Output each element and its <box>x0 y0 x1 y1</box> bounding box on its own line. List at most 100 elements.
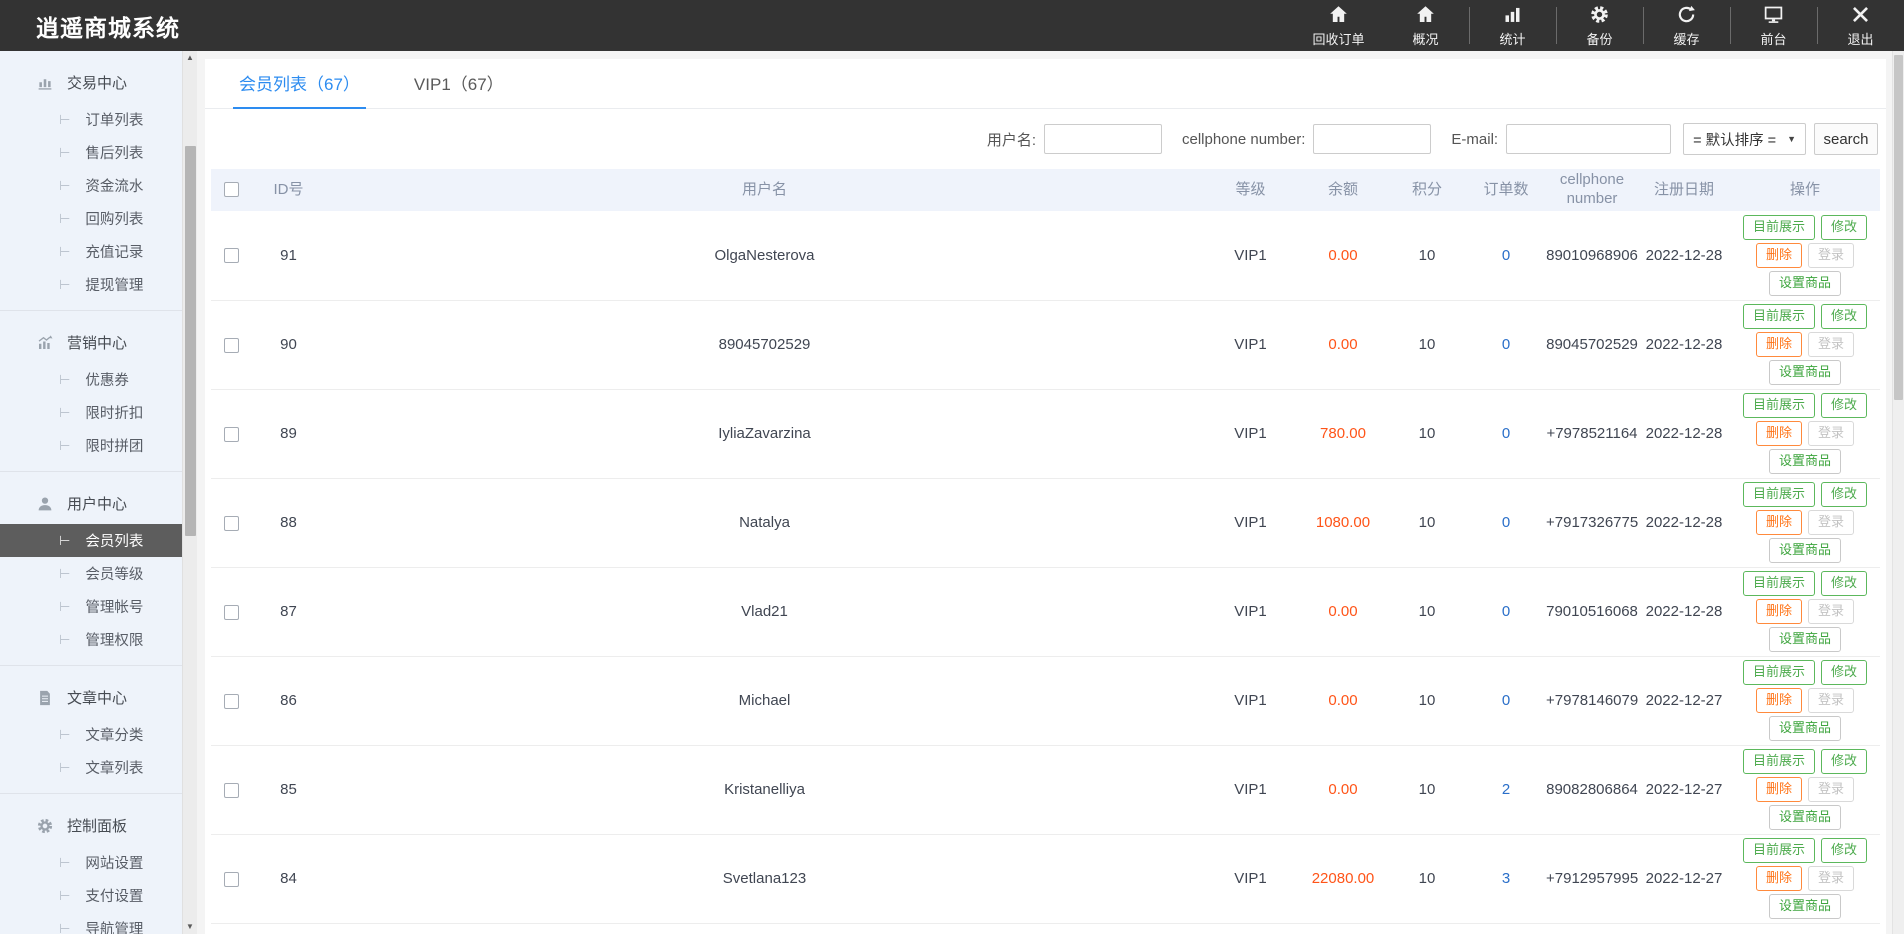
orders-count-link[interactable]: 2 <box>1502 781 1510 798</box>
edit-button[interactable]: 修改 <box>1821 660 1868 686</box>
delete-button[interactable]: 删除 <box>1755 332 1802 357</box>
sidebar-item-user-center-3[interactable]: ⊢ 管理权限 <box>0 623 182 656</box>
sidebar-scrollbar-thumb[interactable] <box>185 146 196 536</box>
delete-button[interactable]: 删除 <box>1755 866 1802 891</box>
show-button[interactable]: 目前展示 <box>1742 482 1815 508</box>
edit-button[interactable]: 修改 <box>1821 482 1868 508</box>
delete-button[interactable]: 删除 <box>1755 599 1802 624</box>
login-button[interactable]: 登录 <box>1808 332 1855 357</box>
orders-count-link[interactable]: 0 <box>1502 603 1510 620</box>
topbar-item-logout[interactable]: 退出 <box>1817 0 1904 51</box>
scroll-up-arrow[interactable]: ▲ <box>183 52 197 64</box>
sidebar-item-article-center-1[interactable]: ⊢ 文章列表 <box>0 751 182 784</box>
sidebar-item-user-center-0[interactable]: ⊢ 会员列表 <box>0 524 182 557</box>
edit-button[interactable]: 修改 <box>1821 838 1868 864</box>
cellphone-input[interactable] <box>1313 124 1432 154</box>
username-input[interactable] <box>1043 124 1162 154</box>
delete-button[interactable]: 删除 <box>1755 688 1802 713</box>
sidebar-item-article-center-0[interactable]: ⊢ 文章分类 <box>0 718 182 751</box>
edit-button[interactable]: 修改 <box>1821 393 1868 419</box>
sidebar-item-control-panel-1[interactable]: ⊢ 支付设置 <box>0 879 182 912</box>
sidebar-group-marketing-center[interactable]: 营销中心 <box>0 324 182 363</box>
sidebar-item-user-center-1[interactable]: ⊢ 会员等级 <box>0 557 182 590</box>
sidebar-group-user-center[interactable]: 用户中心 <box>0 485 182 524</box>
topbar-item-recycle-orders[interactable]: 回收订单 <box>1295 0 1382 51</box>
sidebar-item-trade-center-5[interactable]: ⊢ 提现管理 <box>0 268 182 301</box>
orders-count-link[interactable]: 0 <box>1502 425 1510 442</box>
login-button[interactable]: 登录 <box>1808 777 1855 802</box>
delete-button[interactable]: 删除 <box>1755 421 1802 446</box>
sidebar-item-trade-center-1[interactable]: ⊢ 售后列表 <box>0 136 182 169</box>
set-goods-button[interactable]: 设置商品 <box>1768 270 1841 296</box>
tab-member-list[interactable]: 会员列表（67） <box>233 70 366 109</box>
sidebar-item-trade-center-0[interactable]: ⊢ 订单列表 <box>0 103 182 136</box>
orders-count-link[interactable]: 0 <box>1502 514 1510 531</box>
set-goods-button[interactable]: 设置商品 <box>1768 893 1841 919</box>
edit-button[interactable]: 修改 <box>1821 214 1868 240</box>
sidebar-item-marketing-center-1[interactable]: ⊢ 限时折扣 <box>0 396 182 429</box>
show-button[interactable]: 目前展示 <box>1742 571 1815 597</box>
set-goods-button[interactable]: 设置商品 <box>1768 537 1841 563</box>
set-goods-button[interactable]: 设置商品 <box>1768 715 1841 741</box>
row-checkbox[interactable] <box>223 604 239 620</box>
page-scrollbar-thumb[interactable] <box>1894 55 1903 400</box>
orders-count-link[interactable]: 0 <box>1502 336 1510 353</box>
email-input[interactable] <box>1506 124 1672 154</box>
topbar-item-cache[interactable]: 缓存 <box>1643 0 1730 51</box>
show-button[interactable]: 目前展示 <box>1742 660 1815 686</box>
login-button[interactable]: 登录 <box>1808 599 1855 624</box>
set-goods-button[interactable]: 设置商品 <box>1768 626 1841 652</box>
delete-button[interactable]: 删除 <box>1755 510 1802 535</box>
row-checkbox[interactable] <box>223 871 239 887</box>
login-button[interactable]: 登录 <box>1808 866 1855 891</box>
orders-count-link[interactable]: 0 <box>1502 692 1510 709</box>
sidebar-item-trade-center-3[interactable]: ⊢ 回购列表 <box>0 202 182 235</box>
row-checkbox[interactable] <box>223 693 239 709</box>
topbar-item-statistics[interactable]: 统计 <box>1469 0 1556 51</box>
sidebar-group-control-panel[interactable]: 控制面板 <box>0 807 182 846</box>
delete-button[interactable]: 删除 <box>1755 777 1802 802</box>
topbar-item-overview[interactable]: 概况 <box>1382 0 1469 51</box>
delete-button[interactable]: 删除 <box>1755 242 1802 268</box>
page-scrollbar[interactable] <box>1892 51 1904 934</box>
set-goods-button[interactable]: 设置商品 <box>1768 448 1841 474</box>
topbar-item-frontend[interactable]: 前台 <box>1730 0 1817 51</box>
login-button[interactable]: 登录 <box>1808 421 1855 446</box>
topbar-item-backup[interactable]: 备份 <box>1556 0 1643 51</box>
sidebar-group-trade-center[interactable]: 交易中心 <box>0 64 182 103</box>
orders-count-link[interactable]: 0 <box>1502 247 1510 264</box>
sidebar-item-marketing-center-0[interactable]: ⊢ 优惠券 <box>0 363 182 396</box>
sidebar-item-control-panel-2[interactable]: ⊢ 导航管理 <box>0 912 182 934</box>
show-button[interactable]: 目前展示 <box>1742 749 1815 775</box>
set-goods-button[interactable]: 设置商品 <box>1768 804 1841 830</box>
login-button[interactable]: 登录 <box>1808 242 1855 268</box>
sort-select[interactable]: = 默认排序 = ▼ <box>1683 123 1806 155</box>
sidebar-item-trade-center-2[interactable]: ⊢ 资金流水 <box>0 169 182 202</box>
search-button[interactable]: search <box>1814 123 1878 155</box>
login-button[interactable]: 登录 <box>1808 510 1855 535</box>
tab-vip1[interactable]: VIP1（67） <box>410 70 508 108</box>
set-goods-button[interactable]: 设置商品 <box>1768 359 1841 385</box>
show-button[interactable]: 目前展示 <box>1742 393 1815 419</box>
row-checkbox[interactable] <box>223 515 239 531</box>
login-button[interactable]: 登录 <box>1808 688 1855 713</box>
show-button[interactable]: 目前展示 <box>1742 214 1815 240</box>
sidebar-item-marketing-center-2[interactable]: ⊢ 限时拼团 <box>0 429 182 462</box>
row-checkbox[interactable] <box>223 782 239 798</box>
show-button[interactable]: 目前展示 <box>1742 838 1815 864</box>
edit-button[interactable]: 修改 <box>1821 304 1868 330</box>
edit-button[interactable]: 修改 <box>1821 571 1868 597</box>
row-checkbox[interactable] <box>223 248 239 264</box>
row-checkbox[interactable] <box>223 337 239 353</box>
scroll-down-arrow[interactable]: ▼ <box>183 921 197 933</box>
row-checkbox[interactable] <box>223 426 239 442</box>
show-button[interactable]: 目前展示 <box>1742 304 1815 330</box>
orders-count-link[interactable]: 3 <box>1502 870 1510 887</box>
sidebar-item-user-center-2[interactable]: ⊢ 管理帐号 <box>0 590 182 623</box>
sidebar-item-control-panel-0[interactable]: ⊢ 网站设置 <box>0 846 182 879</box>
edit-button[interactable]: 修改 <box>1821 749 1868 775</box>
select-all-checkbox[interactable] <box>223 182 239 198</box>
sidebar-scrollbar[interactable]: ▲ ▼ <box>182 51 197 934</box>
sidebar-group-article-center[interactable]: 文章中心 <box>0 679 182 718</box>
sidebar-item-trade-center-4[interactable]: ⊢ 充值记录 <box>0 235 182 268</box>
